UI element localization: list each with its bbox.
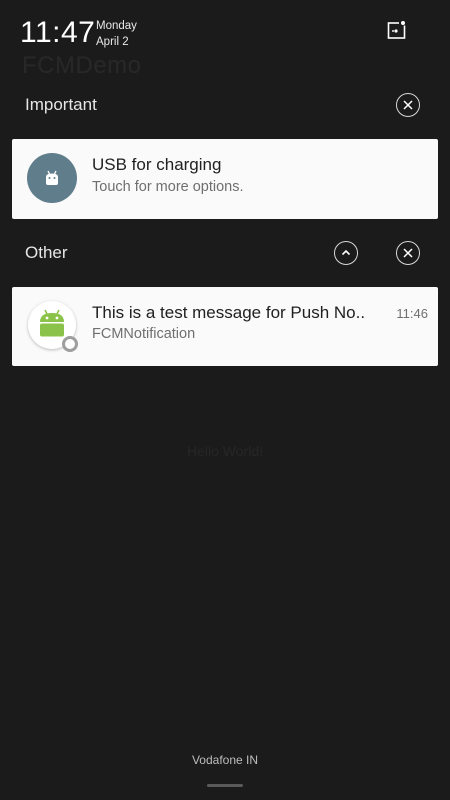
close-icon: [403, 100, 413, 110]
android-robot-icon: [40, 309, 64, 337]
background-app-text: Hello World!: [187, 443, 263, 459]
notification-fcm[interactable]: This is a test message for Push No.. 11:…: [12, 287, 438, 366]
notification-shade: FCMDemo Hello World! 11:47 Monday April …: [0, 0, 450, 800]
status-date[interactable]: Monday April 2: [96, 18, 137, 50]
background-app-title: FCMDemo: [22, 52, 142, 79]
app-icon: [28, 301, 78, 352]
status-clock: 11:47: [20, 16, 96, 49]
notification-title: USB for charging: [92, 155, 222, 174]
collapse-other-button[interactable]: [334, 241, 358, 265]
shade-drag-handle[interactable]: [207, 784, 243, 787]
notification-title: This is a test message for Push No..: [92, 303, 366, 322]
notification-text: Touch for more options.: [92, 179, 244, 195]
section-title-important: Important: [25, 95, 97, 114]
section-title-other: Other: [25, 243, 68, 262]
usb-android-icon: [27, 153, 77, 203]
notification-time: 11:46: [396, 306, 428, 321]
status-day: Monday: [96, 20, 137, 32]
carrier-label: Vodafone IN: [191, 753, 259, 767]
dismiss-important-button[interactable]: [396, 93, 420, 117]
notification-text: FCMNotification: [92, 326, 196, 342]
small-icon-badge: [62, 336, 78, 352]
status-date-text: April 2: [96, 36, 129, 48]
dismiss-other-button[interactable]: [396, 241, 420, 265]
chevron-up-icon: [341, 249, 351, 256]
close-icon: [403, 248, 413, 258]
quick-settings-icon[interactable]: [387, 20, 407, 40]
notification-usb[interactable]: USB for charging Touch for more options.: [12, 139, 438, 219]
